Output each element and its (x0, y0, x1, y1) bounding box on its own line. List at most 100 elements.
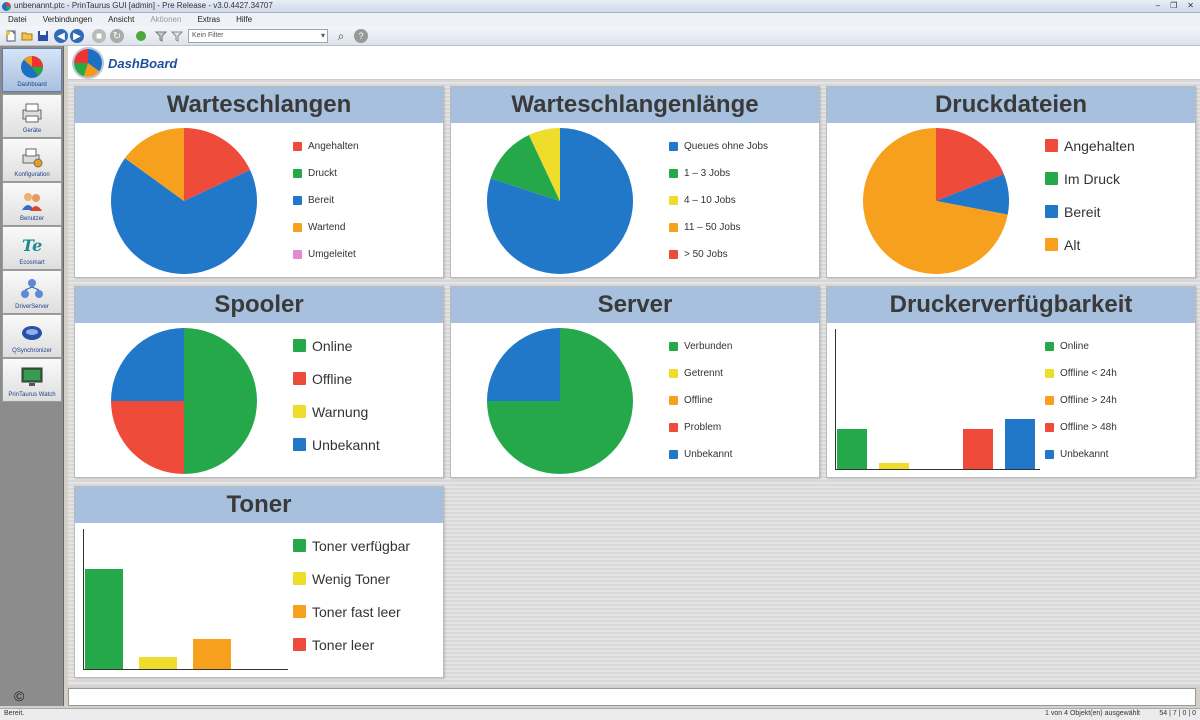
sidebar-item-ecosmart[interactable]: Te Ecosmart (2, 226, 62, 270)
legend-label: Offline > 48h (1060, 422, 1117, 433)
users-icon (20, 189, 44, 213)
filter-edit-icon[interactable] (170, 29, 184, 43)
pie-slice-unbekannt (487, 328, 560, 401)
panel-warteschlangen: Warteschlangen Angehalten Druckt Bereit War… (74, 86, 444, 278)
sidebar: Dashboard Geräte Konfiguration Benutzer … (0, 46, 64, 706)
sidebar-item-benutzer[interactable]: Benutzer (2, 182, 62, 226)
legend-swatch (293, 339, 306, 352)
panel-header: Server (451, 287, 819, 323)
leaf-icon[interactable] (134, 29, 148, 43)
legend-label: Umgeleitet (308, 249, 356, 260)
legend-swatch (1045, 450, 1054, 459)
menu-verbindungen[interactable]: Verbindungen (35, 13, 100, 26)
pie-slice-offline (111, 401, 184, 474)
chart-legend: Toner verfügbar Wenig Toner Toner fast lee… (293, 529, 410, 661)
legend-item: Offline (669, 387, 732, 414)
sidebar-item-dashboard[interactable]: Dashboard (2, 48, 62, 92)
legend-swatch (293, 605, 306, 618)
sidebar-item-printaurus-watch[interactable]: PrinTaurus Watch (2, 358, 62, 402)
bar-unbekannt (1005, 419, 1035, 469)
panel-warteschlangenlaenge: Warteschlangenlänge Queues ohne Jobs 1 – … (450, 86, 820, 278)
bar-offline-24h (879, 463, 909, 469)
ecosmart-icon: Te (20, 233, 44, 257)
legend-label: Wenig Toner (312, 570, 391, 587)
legend-swatch (669, 369, 678, 378)
legend-item: Bereit (1045, 195, 1135, 228)
legend-swatch (669, 423, 678, 432)
menu-datei[interactable]: Datei (0, 13, 35, 26)
legend-label: Alt (1064, 236, 1081, 253)
panel-spooler: Spooler Online Offline Warnung Unbekannt (74, 286, 444, 478)
close-button[interactable]: ✕ (1187, 1, 1194, 10)
menu-aktionen[interactable]: Aktionen (142, 13, 189, 26)
legend-item: Offline (293, 362, 380, 395)
sidebar-item-geraete[interactable]: Geräte (2, 94, 62, 138)
minimize-button[interactable]: – (1156, 1, 1160, 10)
search-icon[interactable]: ⌕ (334, 29, 348, 43)
maximize-button[interactable]: ❐ (1170, 1, 1177, 10)
legend-item: Toner verfügbar (293, 529, 410, 562)
legend-item: Unbekannt (1045, 441, 1117, 468)
legend-item: Offline > 48h (1045, 414, 1117, 441)
menu-ansicht[interactable]: Ansicht (100, 13, 142, 26)
legend-item: Unbekannt (293, 428, 380, 461)
chevron-down-icon: ▾ (320, 31, 325, 40)
panel-title: Warteschlangenlänge (511, 91, 759, 118)
legend-swatch (669, 169, 678, 178)
chart-x-axis (835, 469, 1040, 470)
filter-select[interactable]: Kein Filter ▾ (188, 29, 328, 43)
forward-icon[interactable]: ▶ (70, 29, 84, 43)
legend-item: Warnung (293, 395, 380, 428)
legend-label: Angehalten (1064, 137, 1135, 154)
menu-extras[interactable]: Extras (189, 13, 228, 26)
legend-label: Queues ohne Jobs (684, 141, 768, 152)
menu-hilfe[interactable]: Hilfe (228, 13, 260, 26)
legend-swatch (293, 372, 306, 385)
details-pane (68, 688, 1196, 706)
open-folder-icon[interactable] (20, 29, 34, 43)
legend-item: Bereit (293, 187, 359, 214)
bar-online (837, 429, 867, 469)
legend-swatch (1045, 423, 1054, 432)
legend-item: Angehalten (1045, 129, 1135, 162)
legend-swatch (1045, 205, 1058, 218)
sidebar-item-konfiguration[interactable]: Konfiguration (2, 138, 62, 182)
legend-label: Offline (684, 395, 713, 406)
legend-label: Unbekannt (684, 449, 733, 460)
legend-label: 1 – 3 Jobs (684, 168, 731, 179)
pie-chart-druckdateien (863, 128, 1009, 274)
printer-config-icon (20, 145, 44, 169)
legend-label: Toner verfügbar (312, 537, 411, 554)
refresh-icon[interactable]: ↻ (110, 29, 124, 43)
sidebar-item-driverserver[interactable]: DriverServer (2, 270, 62, 314)
chart-legend: Online Offline Warnung Unbekannt (293, 329, 380, 461)
legend-item: Toner fast leer (293, 595, 410, 628)
synchronizer-icon (20, 321, 44, 345)
back-icon[interactable]: ◀ (54, 29, 68, 43)
new-file-icon[interactable] (4, 29, 18, 43)
legend-item: Umgeleitet (293, 241, 359, 268)
panel-toner: Toner Toner verfügbar Wenig Toner Toner fa… (74, 486, 444, 678)
chart-legend: Angehalten Druckt Bereit Wartend Umgeleitet (293, 133, 359, 268)
legend-label: Unbekannt (1060, 449, 1109, 460)
chart-y-axis (83, 529, 84, 670)
help-icon[interactable]: ? (354, 29, 368, 43)
legend-label: Unbekannt (312, 436, 380, 453)
legend-item: Offline < 24h (1045, 360, 1117, 387)
save-icon[interactable] (36, 29, 50, 43)
sidebar-item-label: PrinTaurus Watch (8, 392, 56, 398)
legend-swatch (293, 539, 306, 552)
legend-swatch (293, 169, 302, 178)
legend-swatch (1045, 396, 1054, 405)
legend-item: Im Druck (1045, 162, 1135, 195)
legend-label: Angehalten (308, 141, 359, 152)
monitor-icon (20, 365, 44, 389)
stop-icon[interactable]: ■ (92, 29, 106, 43)
legend-label: Warnung (312, 403, 369, 420)
dashboard-header: DashBoard (68, 46, 1200, 80)
legend-swatch (293, 638, 306, 651)
sidebar-item-qsynchronizer[interactable]: QSynchronizer (2, 314, 62, 358)
toolbar: ◀ ▶ ■ ↻ Kein Filter ▾ ⌕ ? (0, 26, 1200, 46)
legend-swatch (293, 223, 302, 232)
filter-icon[interactable] (154, 29, 168, 43)
